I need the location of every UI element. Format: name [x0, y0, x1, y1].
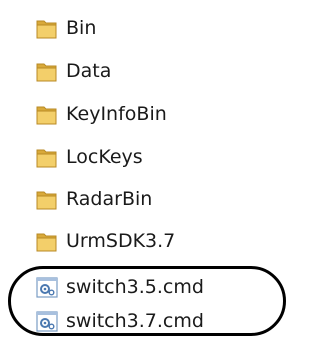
- file-name: RadarBin: [66, 188, 153, 210]
- file-name: Bin: [66, 17, 97, 39]
- folder-icon: [34, 186, 60, 212]
- file-name: KeyInfoBin: [66, 103, 167, 125]
- file-item-lockeys[interactable]: LocKeys: [34, 142, 143, 172]
- file-name: Data: [66, 60, 112, 82]
- cmd-file-icon: [34, 308, 60, 334]
- file-item-urmsdk[interactable]: UrmSDK3.7: [34, 226, 175, 256]
- file-item-switch35[interactable]: switch3.5.cmd: [34, 272, 204, 302]
- file-name: switch3.5.cmd: [66, 276, 204, 298]
- file-item-bin[interactable]: Bin: [34, 13, 96, 43]
- file-item-switch37[interactable]: switch3.7.cmd: [34, 306, 204, 336]
- file-item-keyinfobin[interactable]: KeyInfoBin: [34, 99, 167, 129]
- folder-icon: [34, 228, 60, 254]
- file-name: LocKeys: [66, 146, 143, 168]
- folder-icon: [34, 101, 60, 127]
- file-item-radarbin[interactable]: RadarBin: [34, 184, 152, 214]
- file-item-data[interactable]: Data: [34, 56, 111, 86]
- cmd-file-icon: [34, 274, 60, 300]
- folder-icon: [34, 144, 60, 170]
- folder-icon: [34, 58, 60, 84]
- file-name: switch3.7.cmd: [66, 310, 204, 332]
- file-list: Bin Data KeyInfoBin LocKeys RadarBin Urm…: [0, 0, 298, 341]
- file-name: UrmSDK3.7: [66, 230, 176, 252]
- folder-icon: [34, 15, 60, 41]
